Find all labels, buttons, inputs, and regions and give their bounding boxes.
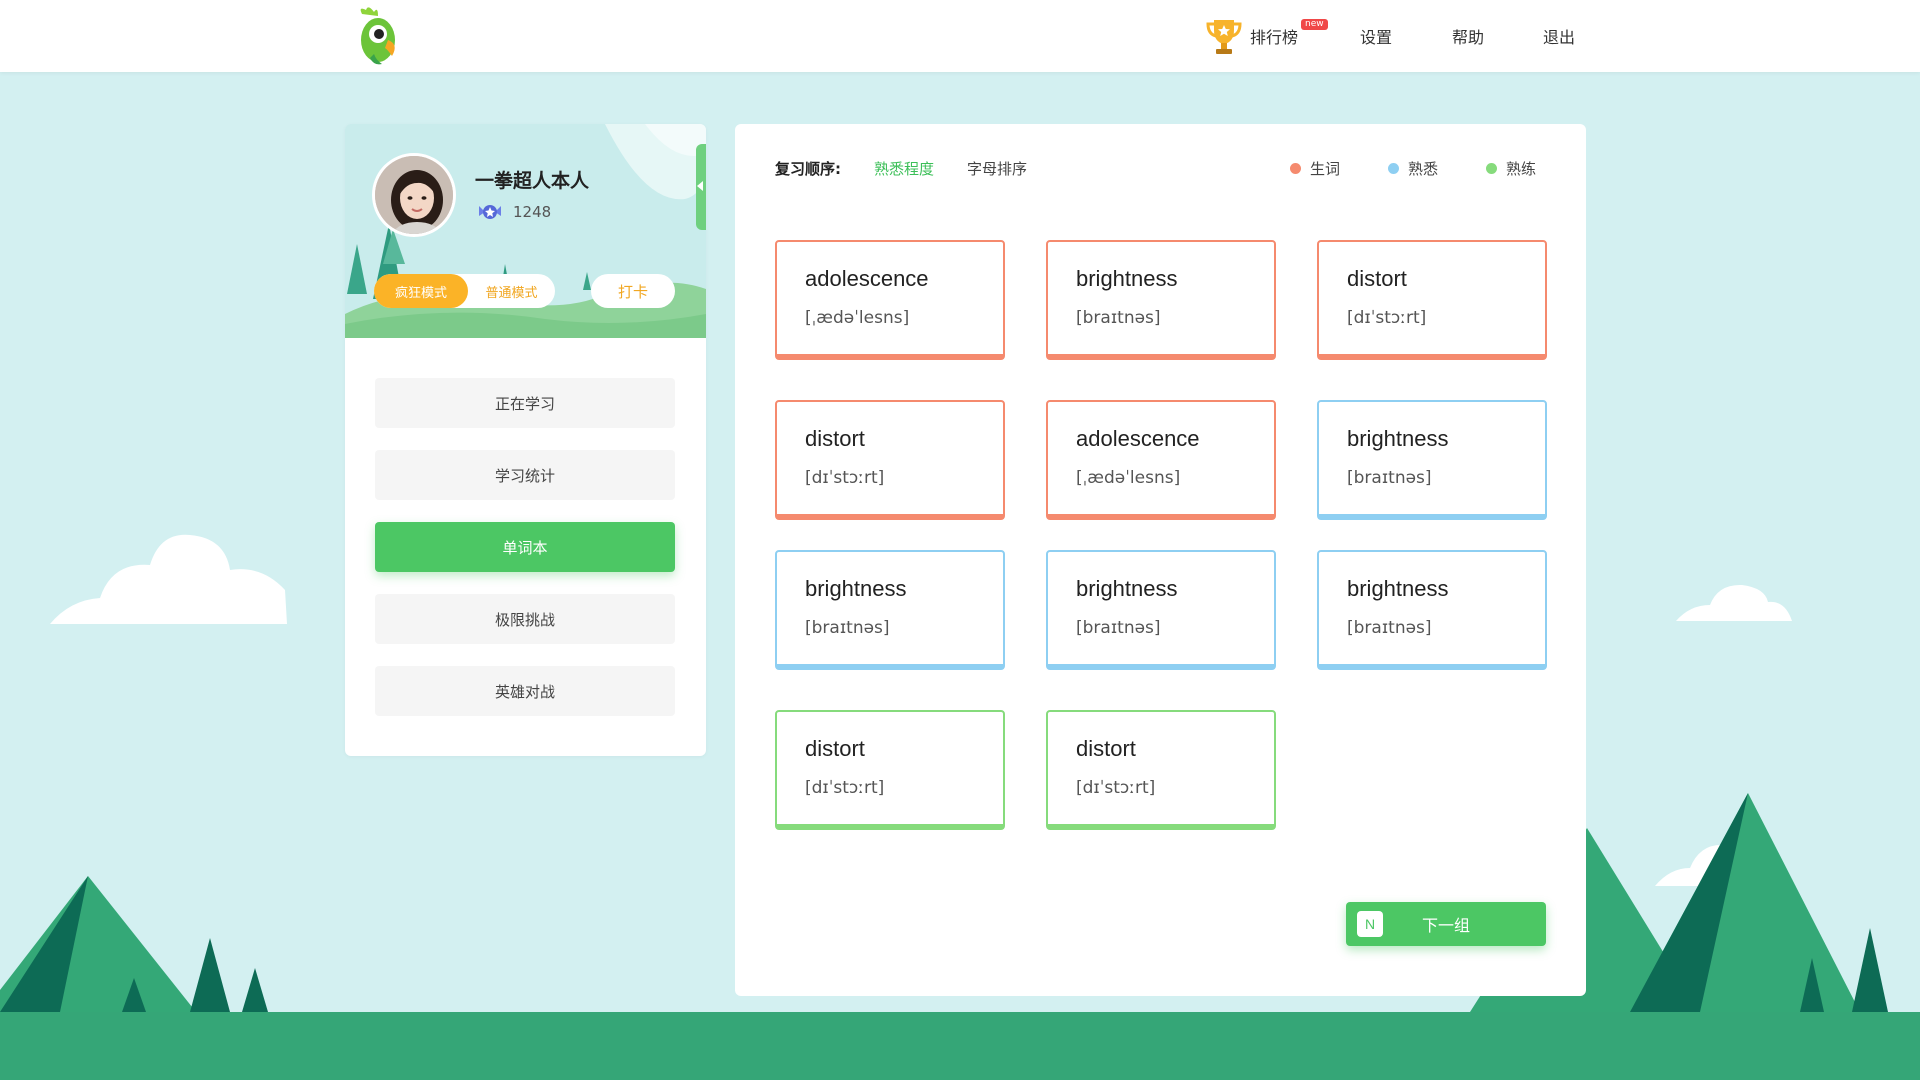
word-text: distort (1347, 266, 1407, 291)
word-text: brightness (1347, 426, 1449, 451)
word-phonetic: [dɪˈstɔːrt] (805, 468, 885, 488)
side-menu: 正在学习 学习统计 单词本 极限挑战 英雄对战 (375, 378, 675, 738)
word-phonetic: [dɪˈstɔːrt] (805, 778, 885, 798)
word-card[interactable]: brightness [braɪtnəs] (1046, 240, 1276, 360)
word-text: adolescence (1076, 426, 1200, 451)
legend-familiar: 熟悉 (1388, 158, 1438, 179)
leaderboard-label: 排行榜 (1250, 28, 1299, 47)
legend-dot-mastered (1486, 163, 1497, 174)
parrot-logo-icon[interactable] (352, 4, 400, 68)
word-card[interactable]: distort [dɪˈstɔːrt] (775, 710, 1005, 830)
menu-item-wordbook[interactable]: 单词本 (375, 522, 675, 572)
word-text: distort (805, 426, 865, 451)
menu-item-battle[interactable]: 英雄对战 (375, 666, 675, 716)
next-group-button[interactable]: N 下一组 (1346, 902, 1546, 946)
logout-link[interactable]: 退出 (1543, 0, 1575, 72)
word-text: distort (1076, 736, 1136, 761)
word-card[interactable]: distort [dɪˈstɔːrt] (1317, 240, 1547, 360)
score-row: 1248 (477, 202, 551, 222)
word-phonetic: [braɪtnəs] (1076, 618, 1161, 638)
word-card[interactable]: adolescence [ˌædəˈlesns] (1046, 400, 1276, 520)
word-phonetic: [braɪtnəs] (1076, 308, 1161, 328)
word-phonetic: [braɪtnəs] (805, 618, 890, 638)
legend-new: 生词 (1290, 158, 1340, 179)
next-group-label: 下一组 (1422, 916, 1471, 935)
wordbook-panel: 复习顺序: 熟悉程度 字母排序 生词 熟悉 熟练 adolescence [ˌæ… (735, 124, 1586, 996)
new-badge: new (1301, 19, 1328, 30)
word-phonetic: [braɪtnəs] (1347, 468, 1432, 488)
shortcut-key-badge: N (1357, 911, 1383, 937)
word-text: brightness (1076, 576, 1178, 601)
legend-dot-familiar (1388, 163, 1399, 174)
menu-item-statistics[interactable]: 学习统计 (375, 450, 675, 500)
collapse-arrow-icon[interactable] (696, 144, 706, 230)
menu-item-challenge[interactable]: 极限挑战 (375, 594, 675, 644)
legend-new-label: 生词 (1310, 160, 1341, 178)
word-phonetic: [dɪˈstɔːrt] (1076, 778, 1156, 798)
settings-link[interactable]: 设置 (1360, 0, 1392, 72)
help-link[interactable]: 帮助 (1452, 0, 1484, 72)
word-text: adolescence (805, 266, 929, 291)
legend-mastered: 熟练 (1486, 158, 1536, 179)
word-phonetic: [ˌædəˈlesns] (1076, 468, 1181, 488)
word-phonetic: [dɪˈstɔːrt] (1347, 308, 1427, 328)
word-text: brightness (805, 576, 907, 601)
user-avatar[interactable] (372, 153, 456, 237)
profile-card: 一拳超人本人 1248 疯狂模式 普通模式 打卡 正在学习 学习统计 单词本 极… (345, 124, 706, 756)
top-navigation-bar: 排行榜 new 设置 帮助 退出 (0, 0, 1920, 72)
word-phonetic: [braɪtnəs] (1347, 618, 1432, 638)
word-card[interactable]: distort [dɪˈstɔːrt] (1046, 710, 1276, 830)
legend-familiar-label: 熟悉 (1408, 160, 1439, 178)
checkin-button[interactable]: 打卡 (591, 274, 675, 308)
sort-by-alphabet[interactable]: 字母排序 (967, 158, 1027, 179)
normal-mode-button[interactable]: 普通模式 (468, 282, 555, 301)
sort-order-label: 复习顺序: (775, 160, 841, 178)
trophy-icon (1206, 20, 1242, 54)
word-phonetic: [ˌædəˈlesns] (805, 308, 910, 328)
word-text: brightness (1076, 266, 1178, 291)
legend-mastered-label: 熟练 (1506, 160, 1537, 178)
leaderboard-link[interactable]: 排行榜 new (1206, 0, 1328, 72)
word-card[interactable]: brightness [braɪtnəs] (1317, 400, 1547, 520)
rank-medal-icon (479, 205, 501, 219)
word-text: brightness (1347, 576, 1449, 601)
word-text: distort (805, 736, 865, 761)
word-card[interactable]: distort [dɪˈstɔːrt] (775, 400, 1005, 520)
legend-dot-new (1290, 163, 1301, 174)
mode-switch: 疯狂模式 普通模式 (374, 274, 555, 308)
menu-item-learning[interactable]: 正在学习 (375, 378, 675, 428)
profile-header: 一拳超人本人 1248 疯狂模式 普通模式 打卡 (345, 124, 706, 338)
username: 一拳超人本人 (475, 170, 590, 192)
sort-by-familiarity[interactable]: 熟悉程度 (874, 158, 934, 179)
word-card[interactable]: brightness [braɪtnəs] (775, 550, 1005, 670)
word-card[interactable]: brightness [braɪtnəs] (1317, 550, 1547, 670)
crazy-mode-button[interactable]: 疯狂模式 (374, 274, 468, 308)
word-card[interactable]: brightness [braɪtnəs] (1046, 550, 1276, 670)
word-card[interactable]: adolescence [ˌædəˈlesns] (775, 240, 1005, 360)
score-value: 1248 (513, 203, 552, 221)
